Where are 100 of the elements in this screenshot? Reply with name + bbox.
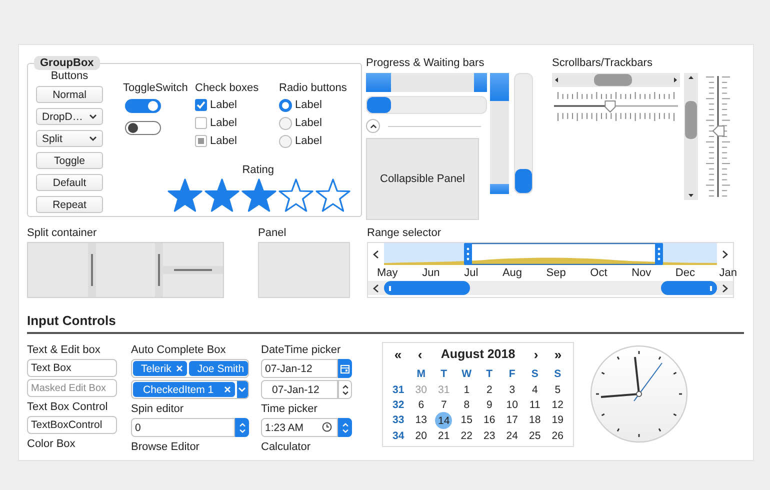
scroll-thumb[interactable] bbox=[594, 74, 632, 86]
calendar-day[interactable]: 3 bbox=[500, 383, 524, 397]
radio-button[interactable] bbox=[279, 116, 292, 130]
checkbox[interactable] bbox=[195, 117, 207, 129]
push-button[interactable]: Normal bbox=[36, 86, 103, 103]
scroll-thumb[interactable] bbox=[685, 101, 697, 139]
calendar-day[interactable]: 17 bbox=[500, 413, 524, 427]
slider-thumb[interactable] bbox=[712, 126, 724, 136]
spin-button[interactable] bbox=[338, 380, 352, 399]
calendar-day[interactable]: 19 bbox=[546, 413, 569, 427]
checkbox[interactable] bbox=[195, 135, 207, 147]
token[interactable]: Joe Smith bbox=[189, 361, 248, 376]
push-button[interactable]: Default bbox=[36, 174, 103, 191]
calendar-day[interactable]: 25 bbox=[524, 429, 546, 443]
range-thumb[interactable] bbox=[661, 281, 717, 295]
calendar-day[interactable]: 2 bbox=[478, 383, 501, 397]
push-button[interactable]: Toggle bbox=[36, 152, 103, 169]
calendar-day[interactable]: 9 bbox=[478, 398, 501, 412]
star-rating[interactable] bbox=[167, 178, 351, 213]
split-button[interactable]: Split bbox=[36, 130, 103, 147]
splitter-handle[interactable] bbox=[90, 254, 93, 286]
splitter-handle[interactable] bbox=[158, 254, 160, 286]
scroll-right-icon[interactable] bbox=[674, 78, 677, 82]
trackbar[interactable] bbox=[552, 90, 680, 124]
calendar-day[interactable]: 4 bbox=[524, 383, 546, 397]
star-icon[interactable] bbox=[204, 178, 240, 213]
calendar-day[interactable]: 6 bbox=[410, 398, 432, 412]
calendar-day[interactable]: 15 bbox=[455, 413, 478, 427]
calendar-day[interactable]: 7 bbox=[432, 398, 456, 412]
radio-button[interactable] bbox=[279, 134, 292, 148]
date-field[interactable]: 07-Jan-12 bbox=[261, 380, 338, 399]
range-thumb[interactable] bbox=[384, 281, 470, 295]
checkbox-label[interactable]: Label bbox=[210, 135, 237, 147]
calendar-day[interactable]: 24 bbox=[500, 429, 524, 443]
star-icon[interactable] bbox=[167, 178, 203, 213]
scroll-down-icon[interactable] bbox=[688, 194, 694, 197]
calendar-day[interactable]: 22 bbox=[455, 429, 478, 443]
radio-button[interactable] bbox=[279, 98, 292, 112]
scroll-left-icon[interactable] bbox=[555, 78, 558, 82]
spin-field[interactable]: 0 bbox=[131, 418, 235, 437]
range-chart[interactable] bbox=[384, 243, 717, 265]
slider-thumb[interactable] bbox=[604, 100, 616, 113]
calendar-day[interactable]: 26 bbox=[546, 429, 569, 443]
date-field[interactable]: 07-Jan-12 bbox=[261, 359, 338, 378]
radio-label[interactable]: Label bbox=[295, 117, 322, 129]
calendar-day[interactable]: 1 bbox=[455, 383, 478, 397]
calendar-day[interactable]: 11 bbox=[524, 398, 546, 412]
right-chevron-icon[interactable] bbox=[722, 250, 728, 258]
calendar-day[interactable]: 10 bbox=[500, 398, 524, 412]
range-selection[interactable] bbox=[464, 243, 663, 265]
range-scrollbar[interactable] bbox=[384, 281, 717, 295]
range-handle[interactable] bbox=[464, 243, 472, 265]
nav-button[interactable]: » bbox=[547, 346, 569, 362]
scroll-up-icon[interactable] bbox=[688, 76, 694, 79]
text-field[interactable]: Text Box bbox=[27, 359, 117, 377]
nav-button[interactable]: › bbox=[525, 346, 547, 362]
horizontal-scrollbar[interactable] bbox=[552, 73, 680, 87]
collapse-button[interactable] bbox=[366, 119, 380, 133]
right-chevron-icon[interactable] bbox=[722, 284, 728, 292]
autocomplete-field[interactable]: Telerik Joe Smith bbox=[131, 359, 249, 378]
remove-icon[interactable] bbox=[176, 365, 184, 372]
range-handle[interactable] bbox=[655, 243, 663, 265]
toggle-switch[interactable] bbox=[125, 121, 161, 135]
calendar-day[interactable]: 8 bbox=[455, 398, 478, 412]
star-icon[interactable] bbox=[241, 178, 277, 213]
remove-icon[interactable] bbox=[224, 386, 231, 393]
radio-label[interactable]: Label bbox=[295, 99, 322, 111]
calendar-button[interactable] bbox=[338, 359, 352, 378]
token[interactable]: Telerik bbox=[133, 361, 188, 376]
calendar-day[interactable]: 21 bbox=[432, 429, 456, 443]
calendar-day[interactable]: 20 bbox=[410, 429, 432, 443]
text-field[interactable]: Masked Edit Box bbox=[27, 379, 117, 397]
time-field[interactable]: 1:23 AM bbox=[261, 418, 338, 437]
dropdown-button[interactable]: DropD… bbox=[36, 108, 103, 125]
checkbox-label[interactable]: Label bbox=[210, 117, 237, 129]
calendar-day[interactable]: 16 bbox=[478, 413, 501, 427]
checked-dropdown[interactable]: CheckedItem 1 bbox=[131, 380, 249, 399]
left-chevron-icon[interactable] bbox=[373, 250, 379, 258]
dropdown-button[interactable] bbox=[236, 381, 248, 398]
star-icon[interactable] bbox=[315, 178, 351, 213]
calendar-day[interactable]: 14 bbox=[435, 412, 452, 429]
calendar-day[interactable]: 13 bbox=[410, 413, 432, 427]
calendar-day[interactable]: 12 bbox=[546, 398, 569, 412]
left-chevron-icon[interactable] bbox=[373, 284, 379, 292]
calendar-day[interactable]: 23 bbox=[478, 429, 501, 443]
nav-button[interactable]: « bbox=[387, 346, 409, 362]
checkbox-label[interactable]: Label bbox=[210, 99, 237, 111]
calendar-day[interactable]: 18 bbox=[524, 413, 546, 427]
token[interactable]: CheckedItem 1 bbox=[133, 382, 235, 397]
range-selector[interactable]: May Jun Jul Aug Sep Oct Nov Dec Jan bbox=[367, 242, 734, 298]
checkbox[interactable] bbox=[195, 99, 207, 111]
splitter-handle[interactable] bbox=[174, 269, 212, 271]
text-field[interactable]: TextBoxControl bbox=[27, 416, 117, 434]
nav-button[interactable]: ‹ bbox=[409, 346, 431, 362]
toggle-switch[interactable] bbox=[125, 99, 161, 113]
vertical-scrollbar[interactable] bbox=[684, 73, 698, 200]
push-button[interactable]: Repeat bbox=[36, 196, 103, 213]
calendar-day[interactable]: 5 bbox=[546, 383, 569, 397]
radio-label[interactable]: Label bbox=[295, 135, 322, 147]
star-icon[interactable] bbox=[278, 178, 314, 213]
